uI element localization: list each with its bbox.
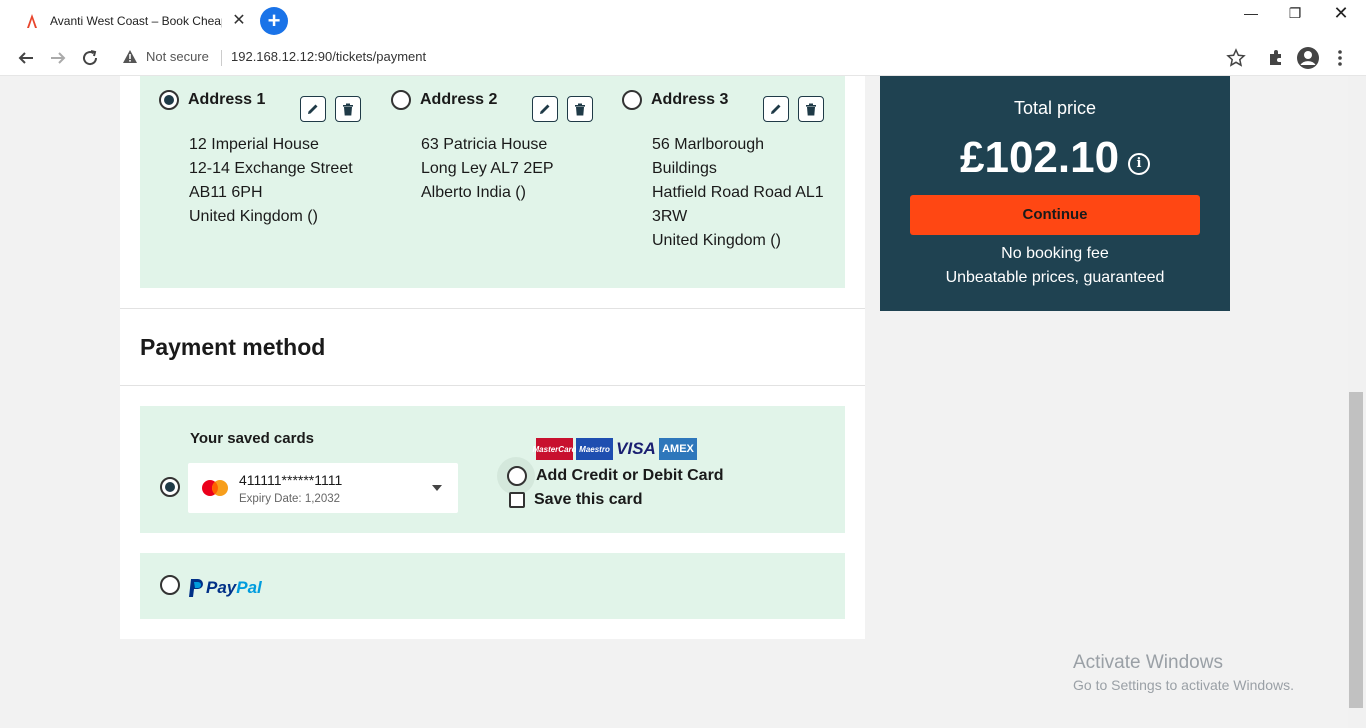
address-line: Alberto India () [421,184,526,201]
address-2-title: Address 2 [420,91,498,108]
trash-icon [343,103,353,115]
add-card-label[interactable]: Add Credit or Debit Card [536,467,724,485]
windows-activation-subtitle: Go to Settings to activate Windows. [1073,677,1294,693]
maestro-brand-logo: Maestro [576,438,613,460]
profile-avatar-icon[interactable] [1296,46,1320,70]
address-line: 63 Patricia House [421,136,548,153]
browser-toolbar: Not secure 192.168.12.12:90/tickets/paym… [0,40,1366,76]
total-price-value: £102.10 [960,133,1120,182]
address-line: 12-14 Exchange Street [189,160,353,177]
card-expiry: Expiry Date: 1,2032 [239,493,341,505]
saved-card-select[interactable]: 411111******1111 Expiry Date: 1,2032 [188,463,458,513]
address-1-title: Address 1 [188,91,266,108]
paypal-radio[interactable] [160,575,180,595]
address-panel: Address 1 12 Imperial House 12-14 Exchan… [140,76,845,288]
add-card-radio[interactable] [507,466,527,486]
tab-title: Avanti West Coast – Book Cheap [50,14,222,28]
minimize-icon[interactable]: — [1228,0,1274,30]
address-2-radio[interactable] [391,90,411,110]
restore-icon[interactable]: ❐ [1272,0,1318,30]
price-summary-panel: Total price £102.10 i Continue No bookin… [880,76,1230,311]
info-icon[interactable]: i [1128,153,1150,175]
address-bar-url[interactable]: 192.168.12.12:90/tickets/payment [231,49,426,64]
paypal-logo[interactable]: Pay Pal [188,577,262,599]
payment-method-title: Payment method [140,334,326,360]
paypal-p-icon [189,579,203,597]
browser-titlebar: Avanti West Coast – Book Cheap ✕ + — ❐ ✕ [0,0,1366,40]
address-1-lines: 12 Imperial House 12-14 Exchange Street … [189,133,353,229]
save-card-label[interactable]: Save this card [534,491,643,509]
address-line: 3RW [652,208,688,225]
card-brands: MasterCard Maestro VISA AMEX [533,438,697,460]
edit-address-3-button[interactable] [763,96,789,122]
price-guarantee-note: Unbeatable prices, guaranteed [945,269,1165,286]
kebab-menu-icon[interactable] [1330,48,1350,68]
scrollbar-thumb[interactable] [1349,392,1363,708]
address-line: Long Ley AL7 2EP [421,160,554,177]
paypal-wordmark-pay: Pay [206,578,237,597]
save-card-checkbox[interactable] [509,492,525,508]
card-number: 411111******1111 [239,472,343,488]
delete-address-3-button[interactable] [798,96,824,122]
address-3-title: Address 3 [651,91,729,108]
chevron-down-icon[interactable] [432,485,442,491]
new-tab-button[interactable]: + [260,7,288,35]
address-line: United Kingdom () [652,232,781,249]
security-label[interactable]: Not secure [146,49,209,64]
address-1-radio[interactable] [159,90,179,110]
saved-card-radio[interactable] [160,477,180,497]
pencil-icon [540,104,550,114]
windows-activation-title: Activate Windows [1073,652,1223,673]
address-2-option[interactable]: Address 2 [391,88,497,112]
mastercard-brand-logo: MasterCard [533,438,577,460]
pencil-icon [771,104,781,114]
total-price-label: Total price [1013,98,1097,118]
bookmark-star-icon[interactable] [1226,48,1246,68]
pencil-icon [308,104,318,114]
amex-brand-logo: AMEX [659,438,697,460]
address-line: AB11 6PH [189,184,263,201]
address-3-lines: 56 Marlborough Buildings Hatfield Road R… [652,133,824,253]
mastercard-icon [202,480,228,496]
address-3-option[interactable]: Address 3 [622,88,728,112]
warning-triangle-icon[interactable] [122,49,138,65]
delete-address-2-button[interactable] [567,96,593,122]
edit-address-1-button[interactable] [300,96,326,122]
window-close-icon[interactable]: ✕ [1318,0,1364,30]
tab-close-icon[interactable]: ✕ [230,12,248,30]
address-line: Buildings [652,160,717,177]
avanti-logo-icon [27,14,37,28]
visa-brand-logo: VISA [616,439,656,458]
back-arrow-icon[interactable] [14,46,38,70]
reload-icon[interactable] [78,46,102,70]
address-line: 56 Marlborough [652,136,765,153]
forward-arrow-icon[interactable] [46,46,70,70]
edit-address-2-button[interactable] [532,96,558,122]
address-2-lines: 63 Patricia House Long Ley AL7 2EP Alber… [421,133,554,205]
address-3-radio[interactable] [622,90,642,110]
browser-tab[interactable]: Avanti West Coast – Book Cheap ✕ [16,6,252,36]
paypal-wordmark-pal: Pal [236,578,262,597]
address-line: Hatfield Road Road AL1 [652,184,824,201]
trash-icon [575,103,585,115]
address-line: 12 Imperial House [189,136,319,153]
trash-icon [806,103,816,115]
section-divider [120,308,865,309]
address-1-option[interactable]: Address 1 [159,88,265,112]
omnibox-separator [221,50,222,66]
no-booking-fee-note: No booking fee [1001,245,1109,262]
section-divider [120,385,865,386]
continue-button[interactable]: Continue [910,195,1200,235]
address-line: United Kingdom () [189,208,318,225]
extensions-puzzle-icon[interactable] [1266,48,1286,68]
saved-cards-label: Your saved cards [190,430,314,447]
delete-address-1-button[interactable] [335,96,361,122]
